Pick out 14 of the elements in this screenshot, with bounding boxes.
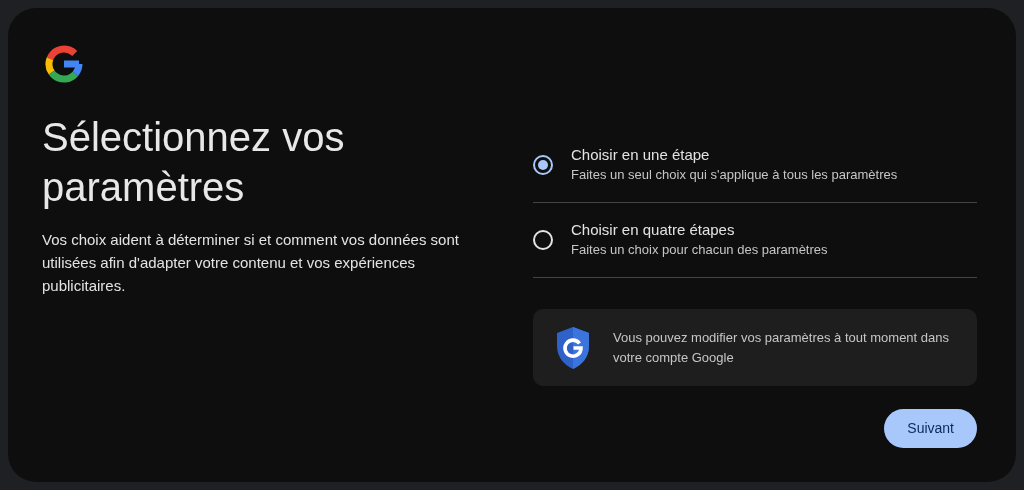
radio-option[interactable]: Choisir en quatre étapes Faites un choix pour chacun des paramètres xyxy=(533,203,977,278)
radio-button[interactable] xyxy=(533,155,553,175)
radio-button[interactable] xyxy=(533,230,553,250)
dialog-title: Sélectionnez vos paramètres xyxy=(42,114,346,211)
logo-icon xyxy=(44,44,84,84)
radio-option[interactable]: Choisir en une étape Faites un seul choix qui s'applique à tous les paramètres xyxy=(533,128,977,203)
next-button[interactable]: Suivant xyxy=(884,409,977,448)
option-detail: Faites un choix pour chacun des paramètres xyxy=(571,241,828,259)
option-label: Choisir en quatre étapes xyxy=(571,220,736,240)
info-text: Vous pouvez modifier vos paramètres à tout moment dans votre compte Google xyxy=(613,328,950,367)
shield-icon xyxy=(555,325,591,370)
description-text: Vos choix aident à déterminer si et comment vos données sont utilisées afin d'adapter votre contenu et vos expériences publicitaires. xyxy=(42,230,460,296)
option-label: Choisir en une étape xyxy=(571,145,711,165)
option-detail: Faites un seul choix qui s'applique à tous les paramètres xyxy=(571,166,898,184)
